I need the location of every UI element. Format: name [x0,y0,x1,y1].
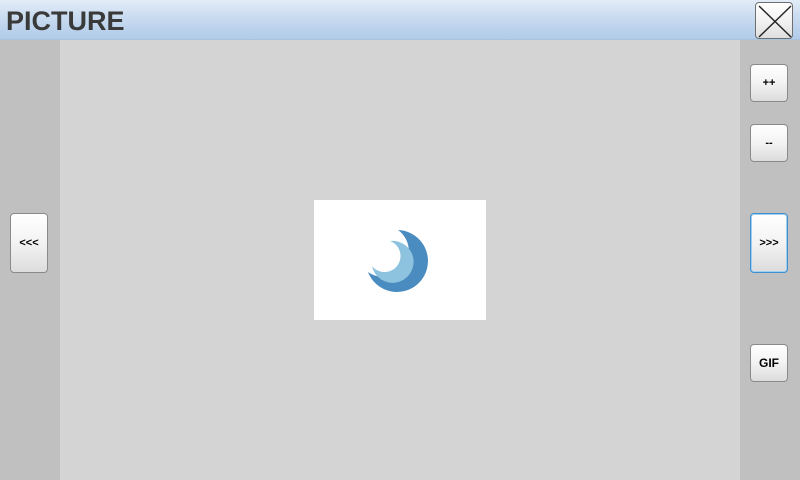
displayed-picture [314,200,486,320]
picture-viewer-window: PICTURE <<< ++ -- >>> GIF [0,0,800,480]
close-icon [758,5,792,38]
previous-button[interactable]: <<< [10,213,48,273]
next-button[interactable]: >>> [750,213,788,273]
title-bar: PICTURE [0,0,800,40]
zoom-in-button[interactable]: ++ [750,64,788,102]
zoom-out-button[interactable]: -- [750,124,788,162]
window-title: PICTURE [6,6,125,36]
right-side-panel: ++ -- >>> GIF [740,40,800,480]
crescent-logo-icon [368,230,428,292]
close-button[interactable] [755,2,793,39]
gif-button[interactable]: GIF [750,344,788,382]
picture-canvas [60,40,740,480]
left-side-panel: <<< [0,40,60,480]
